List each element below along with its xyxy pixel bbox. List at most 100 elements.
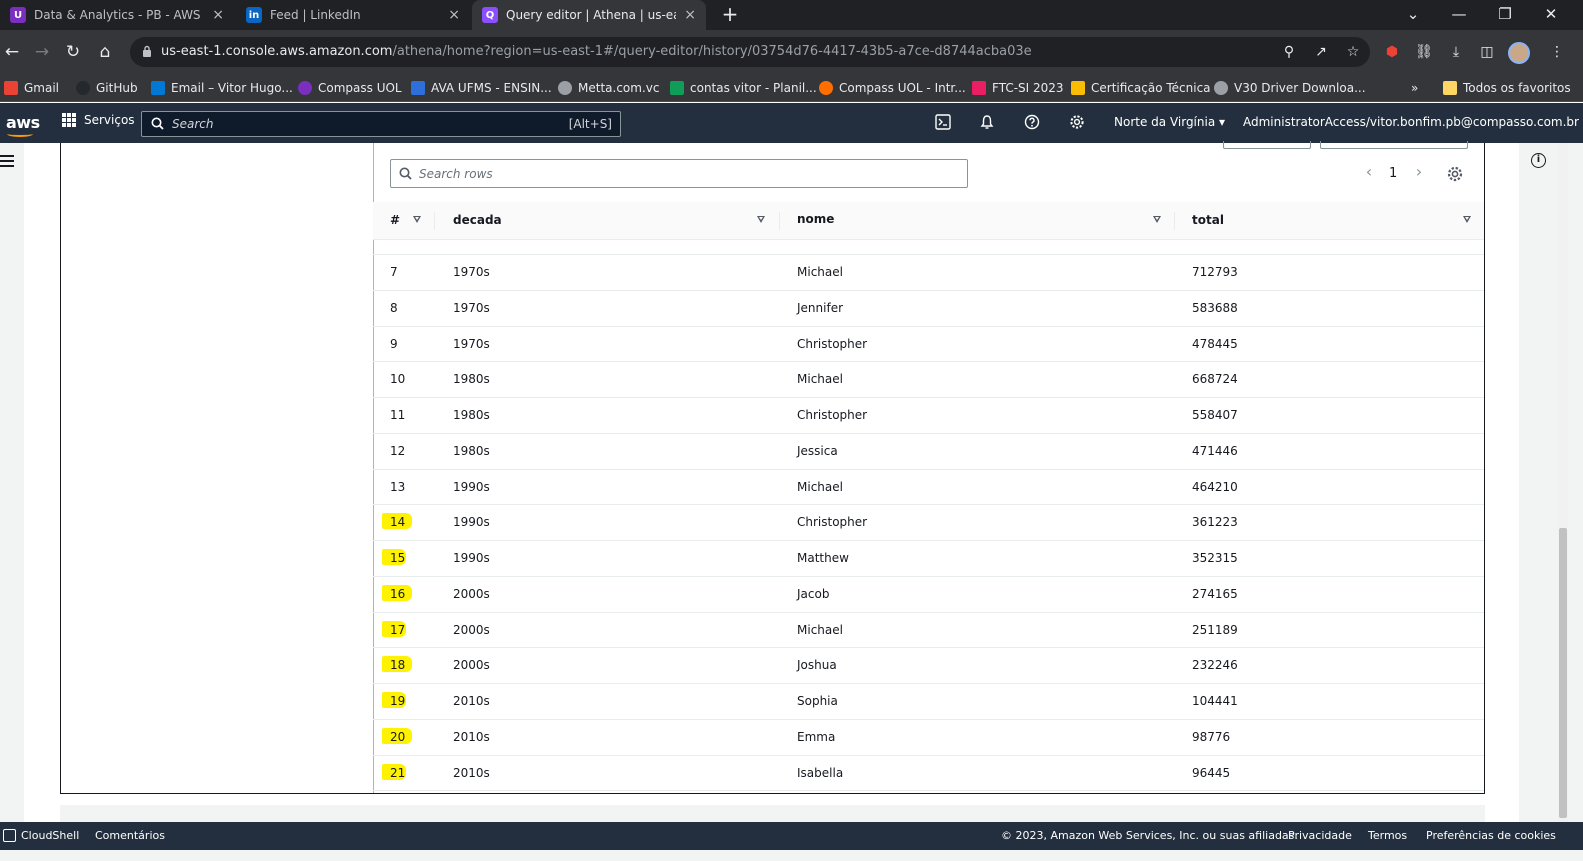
- profile-avatar[interactable]: [1508, 42, 1530, 64]
- cell-nome: Jacob: [797, 586, 830, 601]
- table-row[interactable]: 14 1990s Christopher 361223: [373, 505, 1484, 541]
- browser-tab-active[interactable]: Q Query editor | Athena | us-east-1 ×: [472, 0, 706, 30]
- table-row[interactable]: 7 1970s Michael 712793: [373, 255, 1484, 291]
- cell-nome: Michael: [797, 479, 843, 494]
- grid-icon: [62, 113, 76, 127]
- cell-decada: 1980s: [453, 443, 490, 458]
- table-row[interactable]: 11 1980s Christopher 558407: [373, 398, 1484, 434]
- close-window-icon[interactable]: ✕: [1528, 0, 1574, 30]
- hamburger-menu-icon[interactable]: [0, 155, 14, 167]
- footer-terms-link[interactable]: Termos: [1368, 829, 1407, 842]
- results-action-button[interactable]: [1223, 141, 1311, 149]
- settings-gear-icon[interactable]: [1068, 114, 1086, 132]
- bookmark-compass-intranet[interactable]: Compass UOL - Intr...: [819, 79, 966, 97]
- account-menu[interactable]: AdministratorAccess/vitor.bonfim.pb@comp…: [1243, 115, 1583, 129]
- table-row[interactable]: 19 2010s Sophia 104441: [373, 684, 1484, 720]
- browser-tab[interactable]: U Data & Analytics - PB - AWS 6/1( ×: [0, 0, 234, 30]
- cell-index: 17: [390, 622, 406, 637]
- extensions-puzzle-icon[interactable]: ⛓: [1413, 41, 1435, 63]
- cloudshell-icon[interactable]: [934, 114, 952, 132]
- bookmark-star-icon[interactable]: ☆: [1344, 43, 1362, 61]
- tab-title: Feed | LinkedIn: [270, 8, 361, 22]
- browser-tab[interactable]: in Feed | LinkedIn ×: [236, 0, 470, 30]
- forward-icon[interactable]: →: [30, 41, 54, 65]
- next-page-icon[interactable]: ›: [1413, 164, 1425, 181]
- share-icon[interactable]: ↗: [1312, 43, 1330, 61]
- aws-search-input[interactable]: [172, 115, 552, 133]
- table-preferences-gear-icon[interactable]: [1446, 165, 1464, 183]
- table-row[interactable]: 12 1980s Jessica 471446: [373, 434, 1484, 470]
- bookmark-metta[interactable]: Metta.com.vc: [558, 79, 659, 97]
- download-icon[interactable]: ⤓: [1445, 41, 1467, 63]
- aws-logo[interactable]: aws: [6, 113, 40, 137]
- footer-cloudshell-link[interactable]: CloudShell: [21, 829, 79, 842]
- bookmark-certificacao[interactable]: Certificação Técnica: [1071, 79, 1211, 97]
- sort-caret-icon[interactable]: [757, 216, 765, 223]
- current-page-number[interactable]: 1: [1389, 166, 1397, 181]
- sort-caret-icon[interactable]: [1153, 216, 1161, 223]
- bookmark-github[interactable]: GitHub: [76, 79, 138, 97]
- bookmark-v30[interactable]: V30 Driver Downloa...: [1214, 79, 1366, 97]
- new-tab-button[interactable]: +: [718, 3, 742, 27]
- cell-total: 668724: [1192, 372, 1238, 387]
- column-resizer[interactable]: [779, 212, 780, 230]
- restore-window-icon[interactable]: ❐: [1482, 0, 1528, 30]
- bookmark-all-favorites[interactable]: Todos os favoritos: [1443, 79, 1571, 97]
- help-icon[interactable]: [1023, 114, 1041, 132]
- bookmark-ava-ufms[interactable]: AVA UFMS - ENSIN...: [411, 79, 552, 97]
- bookmark-compass[interactable]: Compass UOL: [298, 79, 402, 97]
- zoom-search-icon[interactable]: ⚲: [1280, 43, 1298, 61]
- browser-menu-icon[interactable]: ⋮: [1546, 41, 1568, 63]
- services-menu-button[interactable]: Serviços: [62, 113, 135, 127]
- column-header-nome[interactable]: nome: [797, 212, 834, 226]
- scrollbar-thumb[interactable]: [1559, 528, 1567, 818]
- footer-privacy-link[interactable]: Privacidade: [1288, 829, 1352, 842]
- minimize-window-icon[interactable]: —: [1436, 0, 1482, 30]
- bookmark-sheets[interactable]: contas vitor - Planil...: [670, 79, 817, 97]
- bookmarks-overflow-icon[interactable]: »: [1411, 79, 1418, 97]
- cell-total: 98776: [1192, 729, 1231, 744]
- address-bar[interactable]: us-east-1.console.aws.amazon.com/athena/…: [130, 37, 1370, 67]
- bookmark-outlook[interactable]: Email – Vitor Hugo...: [151, 79, 293, 97]
- table-row[interactable]: 16 2000s Jacob 274165: [373, 577, 1484, 613]
- table-row[interactable]: 15 1990s Matthew 352315: [373, 541, 1484, 577]
- table-row[interactable]: 10 1980s Michael 668724: [373, 362, 1484, 398]
- tab-search-icon[interactable]: ⌄: [1390, 0, 1436, 30]
- column-resizer[interactable]: [1174, 212, 1175, 230]
- cell-nome: Michael: [797, 372, 843, 387]
- column-header-total[interactable]: total: [1192, 213, 1224, 227]
- column-resizer[interactable]: [434, 212, 435, 230]
- region-selector[interactable]: Norte da Virgínia ▾: [1114, 115, 1225, 129]
- sort-caret-icon[interactable]: [1463, 216, 1471, 223]
- rows-search-input[interactable]: [419, 165, 939, 183]
- column-header-index[interactable]: #: [390, 213, 400, 227]
- close-tab-icon[interactable]: ×: [684, 7, 696, 23]
- bookmark-gmail[interactable]: Gmail: [4, 79, 59, 97]
- table-row[interactable]: 18 2000s Joshua 232246: [373, 648, 1484, 684]
- table-row[interactable]: 17 2000s Michael 251189: [373, 613, 1484, 649]
- table-row[interactable]: 13 1990s Michael 464210: [373, 470, 1484, 506]
- back-icon[interactable]: ←: [0, 41, 24, 65]
- close-tab-icon[interactable]: ×: [448, 7, 460, 23]
- notifications-bell-icon[interactable]: [978, 114, 996, 132]
- side-panel-icon[interactable]: ◫: [1476, 41, 1498, 63]
- column-header-decada[interactable]: decada: [453, 213, 502, 227]
- sort-caret-icon[interactable]: [413, 216, 421, 223]
- table-row[interactable]: 9 1970s Christopher 478445: [373, 327, 1484, 363]
- download-results-button[interactable]: [1320, 141, 1468, 149]
- table-row[interactable]: 21 2010s Isabella 96445: [373, 756, 1484, 792]
- previous-page-icon[interactable]: ‹: [1363, 164, 1375, 181]
- adblock-extension-icon[interactable]: ⬢: [1381, 41, 1403, 63]
- footer-feedback-link[interactable]: Comentários: [95, 829, 165, 842]
- footer-cookie-preferences-link[interactable]: Preferências de cookies: [1426, 829, 1556, 842]
- info-panel-icon[interactable]: i: [1531, 153, 1546, 168]
- close-tab-icon[interactable]: ×: [212, 7, 224, 23]
- table-row-partial: [373, 240, 1484, 255]
- cell-decada: 1980s: [453, 372, 490, 387]
- home-icon[interactable]: ⌂: [93, 41, 117, 65]
- table-row[interactable]: 8 1970s Jennifer 583688: [373, 291, 1484, 327]
- cell-decada: 2000s: [453, 586, 490, 601]
- reload-icon[interactable]: ↻: [61, 41, 85, 65]
- bookmark-ftc[interactable]: FTC-SI 2023: [972, 79, 1064, 97]
- table-row[interactable]: 20 2010s Emma 98776: [373, 720, 1484, 756]
